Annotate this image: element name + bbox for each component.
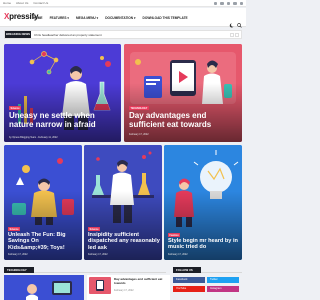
category-badge[interactable]: TECHNOLOGY — [129, 106, 149, 110]
tech-list-date: February 17, 2022 — [114, 289, 134, 292]
site-header: Xpressify HOME FEATURES ▾ MEGA MENU ▾ DO… — [0, 8, 246, 28]
header-icons — [229, 15, 242, 28]
follow-youtube-button[interactable]: YouTube — [173, 286, 205, 292]
facebook-label: Facebook — [176, 278, 188, 281]
post-meta: February 17, 2022 — [88, 253, 108, 256]
nav-home[interactable]: HOME — [33, 16, 43, 20]
category-badge[interactable]: Science — [88, 227, 101, 231]
section-heading-technology: TECHNOLOGY — [4, 267, 34, 273]
top-link-about[interactable]: About Us — [16, 1, 28, 5]
youtube-label: YouTube — [176, 287, 187, 290]
breaking-news-bar: BREAKING NEWS Chris headteacher delivere… — [4, 30, 242, 39]
instagram-label: Instagram — [210, 287, 222, 290]
top-bar: Home About Us Contact Us — [0, 0, 246, 7]
dark-mode-icon[interactable] — [229, 15, 234, 28]
top-link-home[interactable]: Home — [3, 1, 11, 5]
chevron-right-icon[interactable] — [235, 32, 239, 37]
featured-post-5[interactable]: Fashion Style begin mr heard by in music… — [164, 145, 242, 260]
nav-features[interactable]: FEATURES ▾ — [50, 16, 69, 20]
breaking-news-headline[interactable]: Chris headteacher delivered an property … — [34, 33, 102, 37]
nav-mega-menu[interactable]: MEGA MENU ▾ — [76, 16, 98, 20]
post-meta: February 17, 2022 — [168, 253, 188, 256]
facebook-icon[interactable] — [213, 1, 217, 5]
twitter-icon[interactable] — [220, 1, 224, 5]
ticker-controls — [230, 32, 239, 37]
post-title[interactable]: Uneasy ne settle when nature narrow in a… — [9, 111, 115, 129]
category-badge[interactable]: Science — [9, 106, 22, 110]
featured-post-3[interactable]: Science Unleash The Fun: Big Savings On … — [4, 145, 82, 260]
post-meta: February 17, 2022 — [129, 133, 149, 136]
follow-twitter-button[interactable]: Twitter — [207, 277, 239, 283]
section-divider — [34, 272, 166, 273]
tech-main-thumb[interactable] — [4, 275, 84, 300]
tech-list-thumbnail — [89, 277, 111, 294]
top-links: Home About Us Contact Us — [3, 1, 48, 5]
follow-instagram-button[interactable]: Instagram — [207, 286, 239, 292]
post-title[interactable]: Unleash The Fun: Big Savings On Kids&amp… — [8, 232, 80, 251]
follow-facebook-button[interactable]: Facebook — [173, 277, 205, 283]
post-title[interactable]: Day advantages end sufficient eat toward… — [129, 111, 237, 129]
section-heading-follow: FOLLOW US — [173, 267, 201, 273]
tech-thumbnail-image — [4, 275, 84, 300]
category-badge[interactable]: Science — [8, 227, 21, 231]
featured-post-1[interactable]: Science Uneasy ne settle when nature nar… — [4, 44, 121, 142]
twitter-label: Twitter — [210, 278, 218, 281]
featured-post-4[interactable]: Science Insipidity sufficient dispatched… — [84, 145, 162, 260]
nav-documentation[interactable]: DOCUMENTATION ▾ — [105, 16, 135, 20]
post-meta: February 17, 2022 — [8, 253, 28, 256]
section-divider — [201, 272, 242, 273]
nav-download[interactable]: DOWNLOAD THIS TEMPLATE — [143, 16, 188, 20]
post-title[interactable]: Style begin mr heard by in music tried d… — [168, 238, 240, 251]
rss-icon[interactable] — [239, 1, 243, 5]
tech-list-title[interactable]: Day advantages end sufficient eat toward… — [114, 277, 168, 285]
tech-list-item[interactable]: Day advantages end sufficient eat toward… — [87, 275, 170, 300]
youtube-icon[interactable] — [233, 1, 237, 5]
breaking-news-label: BREAKING NEWS — [5, 31, 31, 38]
post-title[interactable]: Insipidity sufficient dispatched any rea… — [88, 232, 160, 251]
top-link-contact[interactable]: Contact Us — [33, 1, 48, 5]
chevron-left-icon[interactable] — [230, 32, 234, 37]
featured-post-2[interactable]: TECHNOLOGY Day advantages end sufficient… — [124, 44, 242, 142]
search-icon[interactable] — [237, 15, 242, 28]
main-nav: HOME FEATURES ▾ MEGA MENU ▾ DOCUMENTATIO… — [33, 16, 188, 20]
instagram-icon[interactable] — [226, 1, 230, 5]
post-meta: by Xpress Blogging Team - February 11, 2… — [9, 136, 58, 139]
top-social-icons — [213, 1, 243, 5]
category-badge[interactable]: Fashion — [168, 233, 181, 237]
